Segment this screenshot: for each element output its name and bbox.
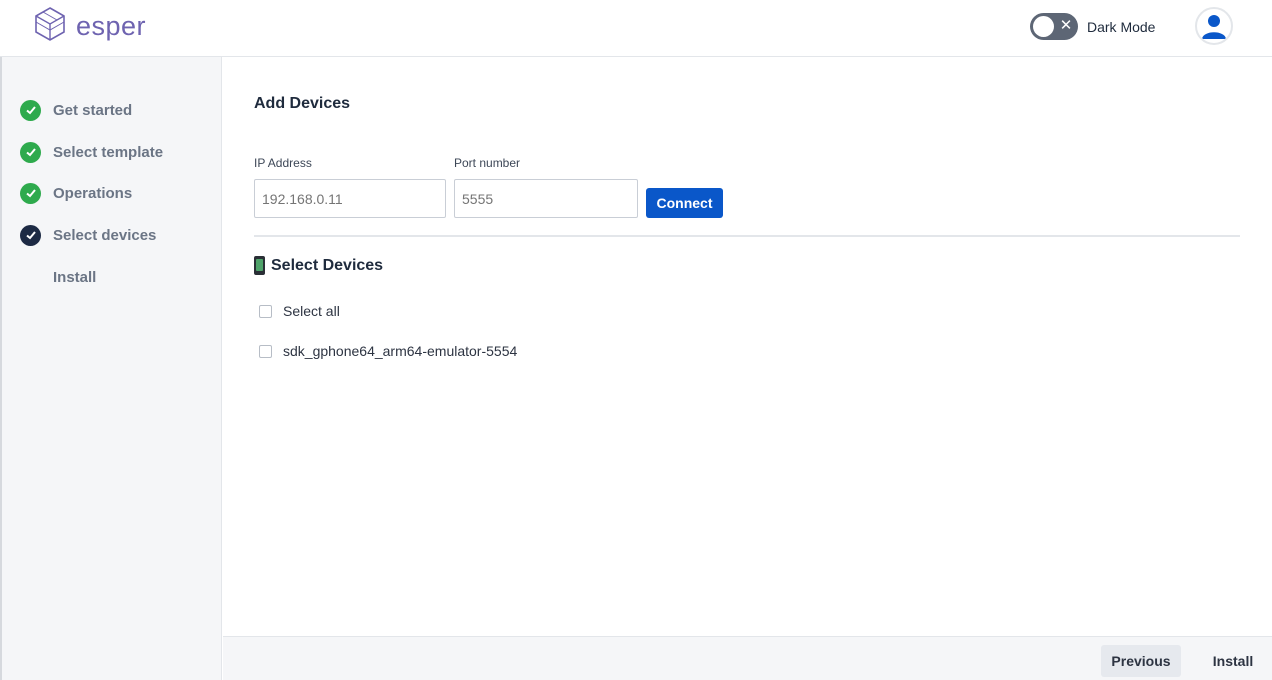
select-all-label: Select all: [283, 303, 340, 319]
divider: [254, 235, 1240, 237]
port-number-label: Port number: [454, 156, 521, 170]
dark-mode-toggle[interactable]: ✕: [1030, 13, 1078, 40]
step-label: Select template: [53, 143, 164, 161]
ip-address-input[interactable]: [254, 179, 446, 218]
select-devices-title-text: Select Devices: [271, 256, 384, 274]
step-label: Get started: [53, 101, 133, 119]
dark-mode-label: Dark Mode: [1087, 19, 1156, 35]
connect-button[interactable]: Connect: [646, 188, 723, 218]
add-devices-title: Add Devices: [254, 95, 351, 112]
mobile-phone-icon: [254, 256, 265, 275]
app-header: esper ✕ Dark Mode: [0, 0, 1272, 57]
step-select-template[interactable]: Select template: [20, 141, 163, 163]
device-label: sdk_gphone64_arm64-emulator-5554: [283, 343, 518, 359]
pending-step-icon: [20, 267, 41, 288]
step-get-started[interactable]: Get started: [20, 99, 132, 121]
wizard-footer: Previous Install: [223, 636, 1272, 680]
ip-address-label: IP Address: [254, 156, 312, 170]
select-all-row[interactable]: Select all: [259, 303, 340, 319]
port-number-input[interactable]: [454, 179, 638, 218]
wizard-sidebar: Get started Select template Operations S…: [0, 57, 222, 680]
logo-text: esper: [76, 11, 147, 41]
step-install[interactable]: Install: [20, 266, 96, 288]
check-circle-icon: [20, 141, 41, 163]
check-circle-icon: [20, 224, 41, 246]
step-operations[interactable]: Operations: [20, 182, 132, 204]
check-circle-icon: [20, 182, 41, 204]
previous-button[interactable]: Previous: [1101, 645, 1181, 677]
step-label: Operations: [53, 184, 133, 202]
check-circle-icon: [20, 99, 41, 121]
device-checkbox[interactable]: [259, 344, 272, 358]
main-content: Add Devices IP Address Port number Conne…: [223, 57, 1272, 636]
esper-cube-logo-icon: [32, 6, 68, 47]
logo[interactable]: esper: [32, 6, 146, 47]
install-button[interactable]: Install: [1199, 645, 1267, 677]
toggle-knob: [1033, 16, 1054, 37]
step-label: Select devices: [53, 226, 157, 244]
close-icon: ✕: [1059, 17, 1073, 34]
step-label: Install: [53, 268, 97, 286]
user-avatar-icon[interactable]: [1195, 7, 1233, 45]
step-select-devices[interactable]: Select devices: [20, 224, 156, 246]
device-row[interactable]: sdk_gphone64_arm64-emulator-5554: [259, 343, 517, 359]
select-devices-title: Select Devices: [254, 256, 383, 275]
select-all-checkbox[interactable]: [259, 304, 272, 318]
